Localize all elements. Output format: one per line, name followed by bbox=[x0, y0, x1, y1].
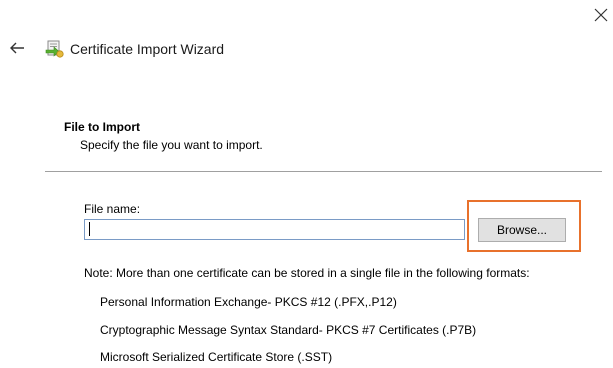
section-description: Specify the file you want to import. bbox=[80, 138, 263, 152]
divider bbox=[45, 171, 602, 172]
certificate-icon bbox=[45, 39, 65, 59]
close-button[interactable] bbox=[592, 6, 610, 24]
browse-button[interactable]: Browse... bbox=[478, 218, 566, 242]
wizard-title: Certificate Import Wizard bbox=[70, 41, 225, 57]
close-icon bbox=[594, 8, 608, 22]
section-title: File to Import bbox=[64, 120, 140, 134]
file-name-label: File name: bbox=[84, 202, 141, 216]
text-caret bbox=[89, 222, 90, 236]
format-item: Personal Information Exchange- PKCS #12 … bbox=[100, 295, 397, 309]
formats-note: Note: More than one certificate can be s… bbox=[84, 266, 530, 280]
back-button[interactable] bbox=[8, 39, 26, 57]
format-item: Microsoft Serialized Certificate Store (… bbox=[100, 350, 333, 364]
format-item: Cryptographic Message Syntax Standard- P… bbox=[100, 323, 477, 337]
back-arrow-icon bbox=[10, 42, 24, 54]
file-name-input[interactable] bbox=[84, 219, 465, 240]
